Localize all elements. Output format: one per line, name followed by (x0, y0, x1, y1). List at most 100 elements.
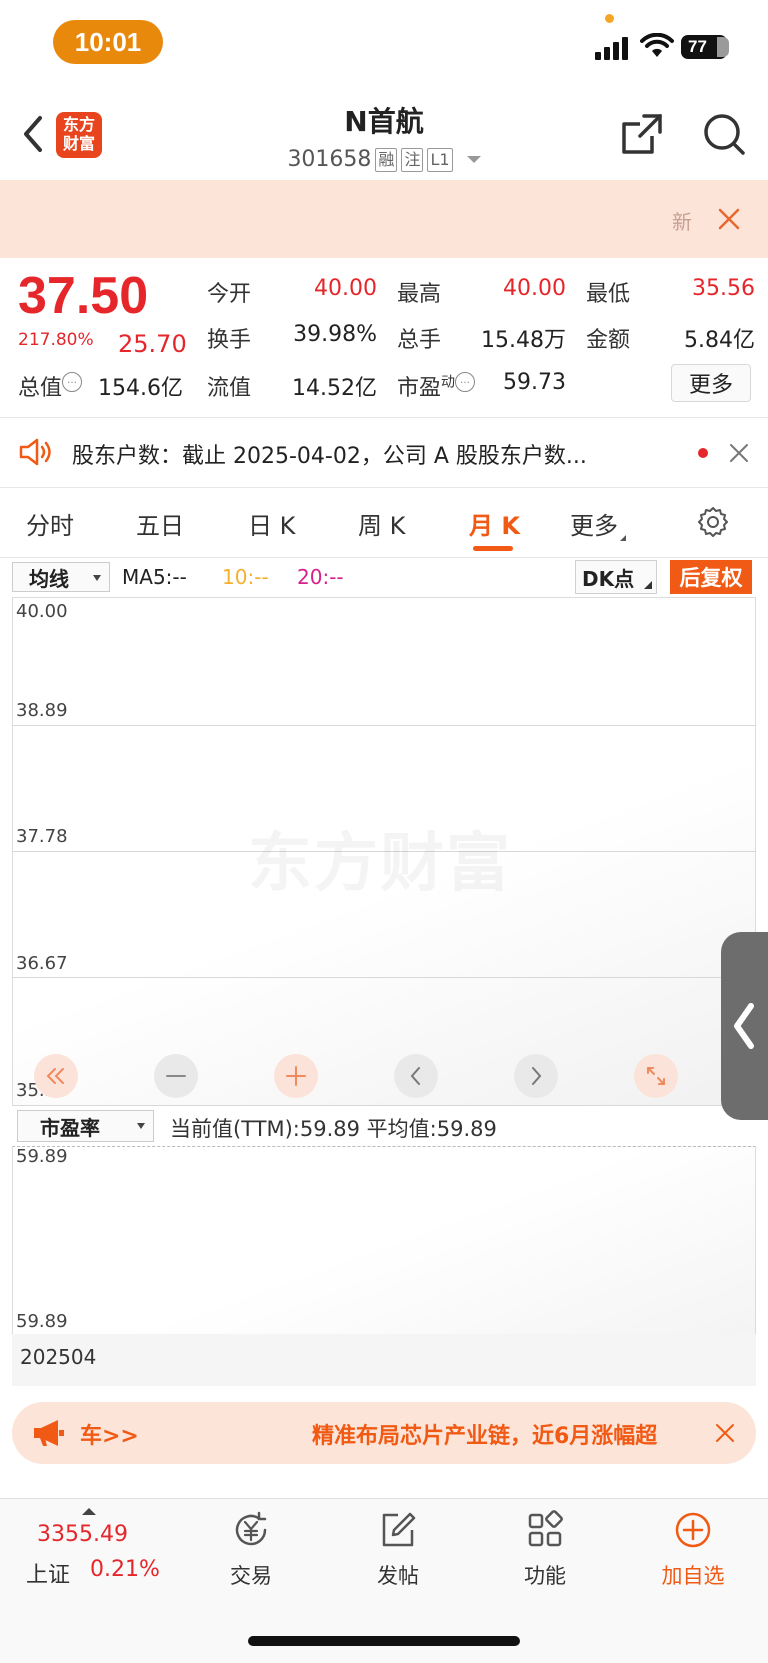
total-value-label: 总值… (18, 370, 83, 402)
side-drawer-handle[interactable] (721, 932, 768, 1120)
ma20-readout: 20:-- (297, 565, 344, 589)
gridline (12, 977, 756, 978)
nav-post-label: 发帖 (377, 1564, 419, 1588)
battery-level: 77 (688, 37, 707, 56)
speaker-icon (19, 438, 51, 466)
status-bar: 10:01 77 (0, 0, 768, 90)
stock-header: 东方 财富 N首航 301658 融 注 L1 (0, 92, 768, 180)
expand-up-icon[interactable] (82, 1508, 96, 1515)
zoom-out-button[interactable] (154, 1054, 198, 1098)
float-value-label: 流值 (207, 376, 252, 401)
close-icon[interactable] (714, 204, 744, 234)
unread-dot (698, 448, 708, 458)
volume-value: 15.48万 (481, 328, 566, 353)
pe-readout: 当前值(TTM):59.89 平均值:59.89 (170, 1117, 497, 1141)
home-indicator[interactable] (248, 1636, 520, 1646)
info-icon[interactable]: … (455, 372, 476, 392)
tab-monthly-k[interactable]: 月 K (469, 506, 520, 541)
banner-text: 新 (672, 210, 692, 234)
chevron-left-icon (410, 1067, 420, 1085)
current-price: 37.50 (18, 267, 149, 325)
open-label: 今开 (207, 282, 252, 307)
chevron-down-icon[interactable] (466, 156, 481, 163)
stock-code: 301658 (287, 147, 372, 172)
corner-triangle-icon (644, 581, 652, 589)
gridline (12, 725, 756, 726)
gear-icon[interactable] (696, 505, 730, 539)
nav-trade[interactable]: 交易 (206, 1510, 296, 1590)
tab-intraday[interactable]: 分时 (26, 506, 74, 541)
notice-text: 股东户数：截止 2025-04-02，公司 A 股股东户数... (72, 444, 587, 469)
grid-icon (528, 1510, 563, 1547)
more-button[interactable]: 更多 (671, 364, 751, 402)
share-icon[interactable] (620, 112, 664, 156)
nav-functions-label: 功能 (524, 1564, 566, 1588)
scroll-right-button[interactable] (514, 1054, 558, 1098)
period-tabs: 分时 五日 日 K 周 K 月 K 更多 (0, 488, 768, 558)
notice-bar[interactable]: 股东户数：截止 2025-04-02，公司 A 股股东户数... (0, 418, 768, 488)
pe-label-text: 市盈 (397, 376, 442, 401)
nav-functions[interactable]: 功能 (500, 1510, 590, 1590)
watermark: 东方财富 (248, 812, 512, 904)
index-name[interactable]: 上证 (26, 1557, 70, 1589)
dropdown-arrow-icon (93, 575, 101, 581)
adjustment-button[interactable]: 后复权 (670, 560, 752, 594)
indicator-select[interactable]: 均线 (12, 562, 110, 592)
high-label: 最高 (397, 282, 442, 307)
fullscreen-button[interactable] (634, 1054, 678, 1098)
yuan-exchange-icon (235, 1511, 267, 1546)
privacy-indicator-dot (605, 14, 614, 23)
x-axis-bar (12, 1334, 756, 1386)
index-value[interactable]: 3355.49 (37, 1522, 128, 1547)
total-value: 154.6亿 (98, 376, 183, 401)
sub-indicator-select[interactable]: 市盈率 (17, 1110, 154, 1142)
nav-trade-label: 交易 (230, 1564, 272, 1588)
amount-label: 金额 (586, 328, 631, 353)
index-change[interactable]: 0.21% (90, 1557, 160, 1582)
scroll-to-start-button[interactable] (34, 1054, 78, 1098)
gridline (12, 1105, 756, 1106)
pe-chart[interactable] (12, 1146, 756, 1334)
wifi-icon (640, 33, 674, 57)
high-value: 40.00 (503, 276, 566, 301)
y-tick-label: 40.00 (16, 601, 68, 622)
turnover-label: 换手 (207, 328, 252, 353)
tab-five-day[interactable]: 五日 (136, 506, 184, 541)
quote-panel: 37.50 217.80% 25.70 总值… 154.6亿 今开 40.00 … (0, 258, 768, 418)
nav-add-watchlist[interactable]: 加自选 (648, 1510, 738, 1590)
pe-y-top-label: 59.89 (16, 1146, 68, 1167)
tab-more[interactable]: 更多 (570, 506, 626, 541)
promo-left-text: 车>> (80, 1424, 139, 1449)
tab-weekly-k[interactable]: 周 K (358, 506, 405, 541)
turnover-value: 39.98% (293, 322, 377, 347)
dk-point-label: DK点 (582, 566, 635, 591)
promo-banner[interactable]: 车>> 精准布局芯片产业链，近6月涨幅超 (12, 1402, 756, 1464)
y-tick-label: 38.89 (16, 700, 68, 721)
low-value: 35.56 (692, 276, 755, 301)
zoom-in-button[interactable] (274, 1054, 318, 1098)
open-value: 40.00 (314, 276, 377, 301)
float-value: 14.52亿 (292, 376, 377, 401)
search-icon[interactable] (702, 112, 746, 156)
low-label: 最低 (586, 282, 631, 307)
chevron-left-icon (734, 1003, 754, 1049)
close-icon[interactable] (714, 1422, 736, 1444)
promo-right-text: 精准布局芯片产业链，近6月涨幅超 (312, 1424, 658, 1449)
tab-daily-k[interactable]: 日 K (248, 506, 295, 541)
pe-superscript: 动 (441, 374, 456, 391)
add-circle-icon (675, 1512, 711, 1548)
y-tick-label: 37.78 (16, 826, 68, 847)
top-banner[interactable]: 新 (0, 180, 768, 258)
edit-icon (382, 1512, 416, 1547)
megaphone-icon (34, 1420, 64, 1446)
total-value-label-text: 总值 (18, 376, 63, 401)
pe-y-bottom-label: 59.89 (16, 1311, 68, 1332)
dk-point-button[interactable]: DK点 (575, 560, 657, 594)
change-value: 25.70 (118, 330, 187, 358)
nav-post[interactable]: 发帖 (353, 1510, 443, 1590)
info-icon[interactable]: … (62, 372, 83, 392)
close-icon[interactable] (728, 442, 750, 464)
pe-label: 市盈动… (397, 370, 476, 402)
scroll-left-button[interactable] (394, 1054, 438, 1098)
indicator-select-value: 均线 (29, 566, 69, 591)
